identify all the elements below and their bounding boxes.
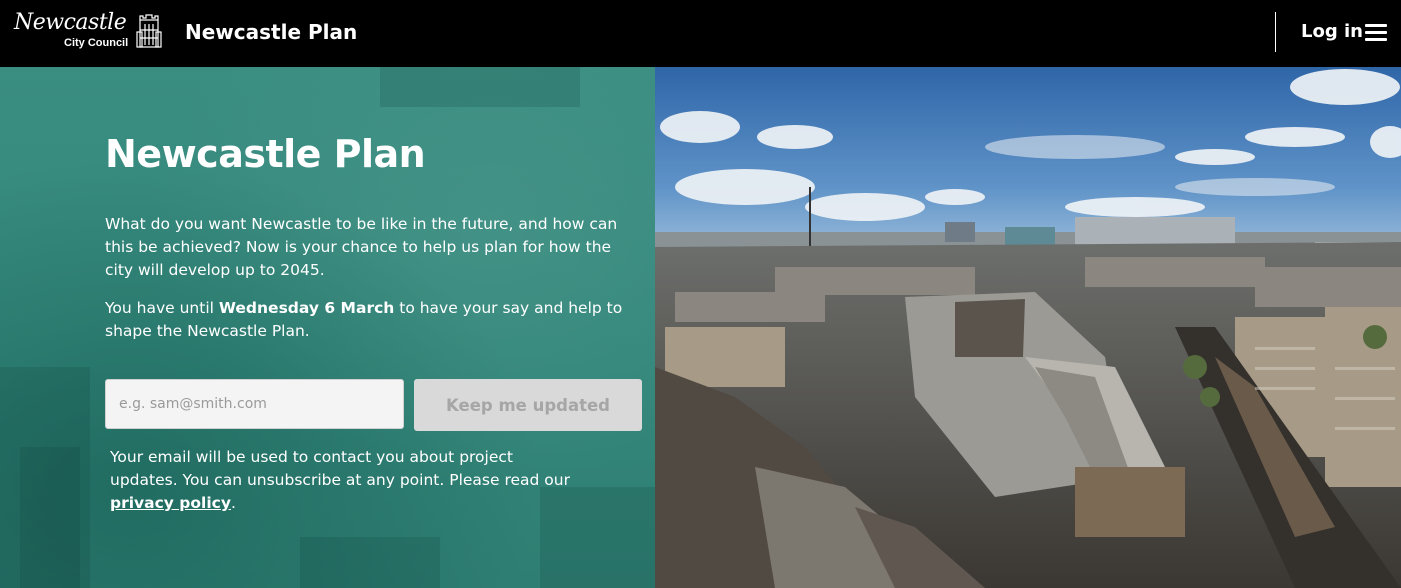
- email-notice: Your email will be used to contact you a…: [110, 446, 580, 515]
- site-title[interactable]: Newcastle Plan: [185, 18, 357, 46]
- login-link[interactable]: Log in: [1301, 19, 1363, 45]
- castle-tower-icon: [136, 14, 162, 48]
- deadline-date: Wednesday 6 March: [218, 299, 395, 317]
- intro-paragraph: What do you want Newcastle to be like in…: [105, 215, 618, 279]
- privacy-policy-link[interactable]: privacy policy: [110, 494, 231, 512]
- deadline-paragraph: You have until Wednesday 6 March to have…: [105, 297, 625, 343]
- email-input[interactable]: [105, 379, 404, 429]
- deadline-prefix: You have until: [105, 299, 219, 317]
- page-title: Newcastle Plan: [105, 132, 426, 176]
- city-aerial-photo: [655, 67, 1401, 588]
- city-photo-illustration: [655, 67, 1401, 588]
- logo-wordmark: Newcastle: [14, 10, 127, 35]
- hamburger-menu-icon[interactable]: [1365, 23, 1389, 41]
- header-divider: [1275, 12, 1276, 52]
- notice-end: .: [230, 494, 236, 512]
- logo-subtitle: City Council: [64, 37, 129, 49]
- newcastle-city-council-logo[interactable]: Newcastle City Council: [14, 10, 164, 50]
- site-header: Newcastle City Council Newcastle Plan Lo…: [0, 0, 1401, 67]
- notice-text: Your email will be used to contact you a…: [110, 448, 570, 489]
- keep-me-updated-button[interactable]: Keep me updated: [414, 379, 642, 431]
- hero-panel: Newcastle Plan What do you want Newcastl…: [0, 67, 655, 588]
